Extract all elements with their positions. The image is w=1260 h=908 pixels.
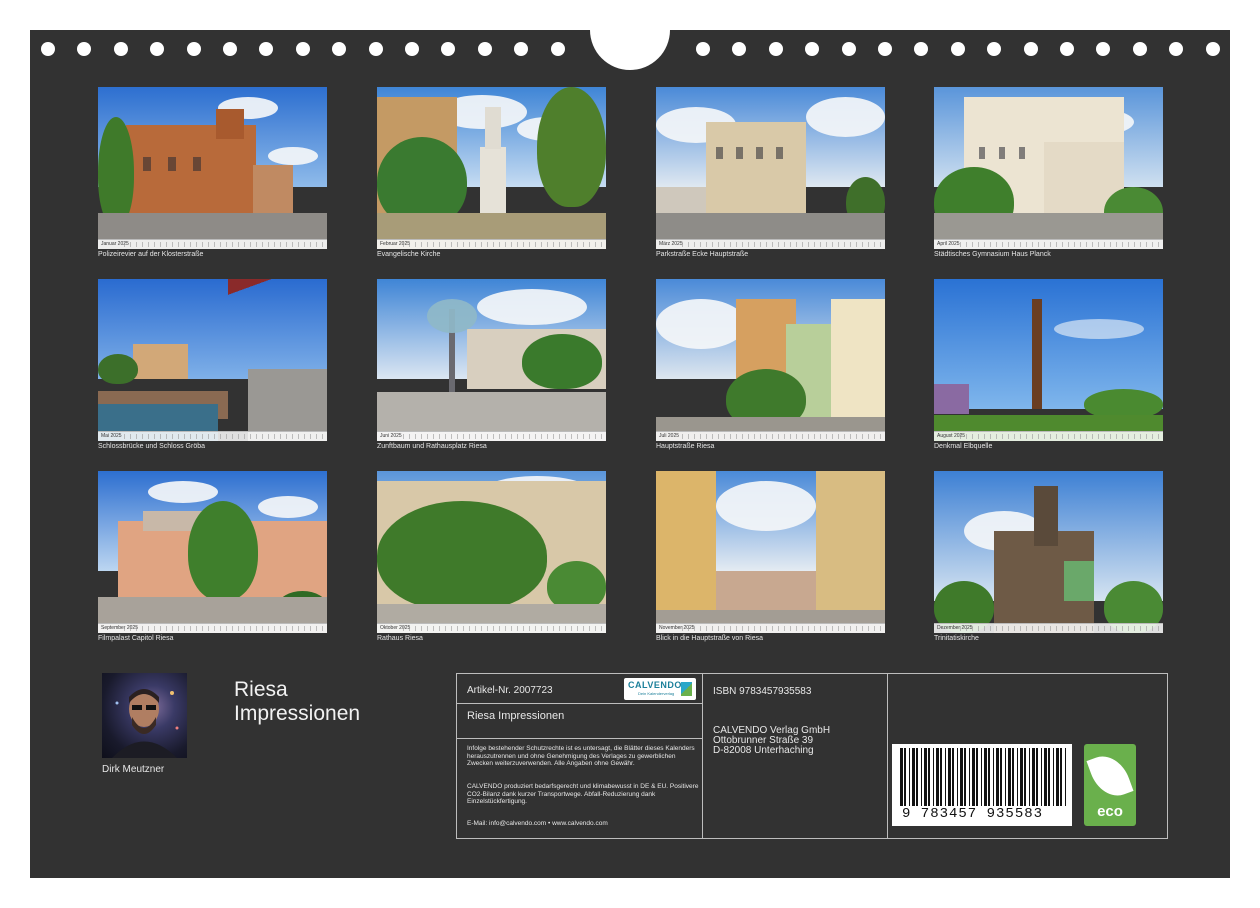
publisher-address: CALVENDO Verlag GmbH Ottobrunner Straße … <box>713 725 831 756</box>
photo-december: Dezember 2025 <box>934 471 1163 633</box>
caption-february: Evangelische Kirche <box>377 251 441 258</box>
binding-hole <box>1096 42 1111 56</box>
binding-hole <box>696 42 710 56</box>
binding-hole <box>841 42 856 56</box>
binding-hole <box>514 42 529 56</box>
contact-email: E-Mail: info@calvendo.com • www.calvendo… <box>467 820 608 827</box>
photo-june: Juni 2025 <box>377 279 606 441</box>
binding-hole <box>878 42 892 56</box>
binding-hole <box>223 42 237 56</box>
binding-hole <box>41 42 55 56</box>
photo-october: Oktober 2025 <box>377 471 606 633</box>
author-portrait <box>102 673 187 758</box>
caption-june: Zunftbaum und Rathausplatz Riesa <box>377 443 487 450</box>
binding-hole <box>550 42 565 56</box>
caption-october: Rathaus Riesa <box>377 635 423 642</box>
photo-january: Januar 2025 <box>98 87 327 249</box>
photo-march: März 2025 <box>656 87 885 249</box>
caption-july: Hauptstraße Riesa <box>656 443 715 450</box>
calendar-back-cover: Januar 2025 Polizeirevier auf der Kloste… <box>30 0 1230 878</box>
photo-july: Juli 2025 <box>656 279 885 441</box>
author-name: Dirk Meutzner <box>102 764 165 775</box>
caption-september: Filmpalast Capitol Riesa <box>98 635 174 642</box>
caption-november: Blick in die Hauptstraße von Riesa <box>656 635 763 642</box>
binding-hole <box>295 42 310 56</box>
isbn: ISBN 9783457935583 <box>713 686 812 697</box>
publisher-info-panel: Artikel-Nr. 2007723 CALVENDO Dein Kalend… <box>456 673 1168 839</box>
binding-hole <box>732 42 747 56</box>
binding-hole <box>950 42 965 56</box>
binding-hole <box>77 42 92 56</box>
isbn-barcode: 9 783457 935583 <box>892 744 1072 826</box>
binding-hole <box>405 42 419 56</box>
caption-april: Städtisches Gymnasium Haus Planck <box>934 251 1051 258</box>
binding-hole <box>332 42 347 56</box>
caption-march: Parkstraße Ecke Hauptstraße <box>656 251 749 258</box>
photo-september: September 2025 <box>98 471 327 633</box>
binding-hole <box>768 42 783 56</box>
binding-hole <box>914 42 929 56</box>
binding-hole <box>987 42 1002 56</box>
binding-hole <box>805 42 820 56</box>
photo-february: Februar 2025 <box>377 87 606 249</box>
binding-hole <box>1205 42 1220 56</box>
binding-hole <box>1169 42 1184 56</box>
leaf-icon <box>1086 749 1134 803</box>
photo-november: November 2025 <box>656 471 885 633</box>
photo-may: Mai 2025 <box>98 279 327 441</box>
binding-hole <box>1023 42 1038 56</box>
caption-august: Denkmal Elbquelle <box>934 443 993 450</box>
binding-hole <box>477 42 492 56</box>
eco-label: eco <box>1084 744 1136 826</box>
calendar-title: Riesa Impressionen <box>234 678 361 725</box>
climate-notice: CALVENDO produziert bedarfsgerecht und k… <box>467 783 699 805</box>
binding-hole <box>150 42 165 56</box>
photo-april: April 2025 <box>934 87 1163 249</box>
binding-hole <box>1060 42 1074 56</box>
legal-notice: Infolge bestehender Schutzrechte ist es … <box>467 745 695 767</box>
hanger-notch <box>590 0 670 70</box>
short-title: Riesa Impressionen <box>467 710 565 722</box>
calvendo-logo: CALVENDO Dein Kalenderverlag <box>624 678 696 700</box>
photo-august: August 2025 <box>934 279 1163 441</box>
binding-hole <box>259 42 274 56</box>
binding-hole <box>368 42 383 56</box>
article-number: Artikel-Nr. 2007723 <box>467 685 553 696</box>
caption-january: Polizeirevier auf der Klosterstraße <box>98 251 204 258</box>
binding-hole <box>113 42 128 56</box>
caption-may: Schlossbrücke und Schloss Gröba <box>98 443 205 450</box>
binding-hole <box>1132 42 1147 56</box>
binding-hole <box>186 42 201 56</box>
binding-hole <box>441 42 456 56</box>
caption-december: Trinitatiskirche <box>934 635 979 642</box>
